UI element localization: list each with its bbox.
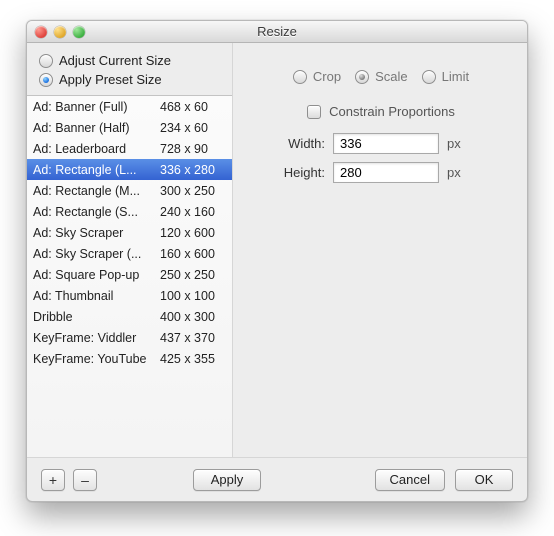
zoom-icon[interactable] — [73, 26, 85, 38]
constrain-proportions-label: Constrain Proportions — [329, 104, 455, 119]
preset-dims: 160 x 600 — [160, 247, 226, 261]
width-input[interactable] — [333, 133, 439, 154]
plus-icon: + — [49, 472, 57, 488]
preset-dims: 300 x 250 — [160, 184, 226, 198]
titlebar: Resize — [27, 21, 527, 43]
preset-name: Ad: Sky Scraper — [33, 226, 160, 240]
preset-name: Ad: Leaderboard — [33, 142, 160, 156]
size-mode-group: Adjust Current Size Apply Preset Size — [27, 43, 232, 95]
preset-row[interactable]: Ad: Leaderboard728 x 90 — [27, 138, 232, 159]
preset-row[interactable]: Ad: Thumbnail100 x 100 — [27, 285, 232, 306]
preset-row[interactable]: KeyFrame: Viddler437 x 370 — [27, 327, 232, 348]
preset-name: Dribble — [33, 310, 160, 324]
checkbox-icon — [307, 105, 321, 119]
radio-icon — [39, 73, 53, 87]
add-preset-button[interactable]: + — [41, 469, 65, 491]
width-unit: px — [447, 136, 461, 151]
preset-dims: 100 x 100 — [160, 289, 226, 303]
adjust-current-size-radio[interactable]: Adjust Current Size — [39, 53, 222, 68]
preset-row[interactable]: KeyFrame: YouTube425 x 355 — [27, 348, 232, 369]
preset-row[interactable]: Ad: Rectangle (M...300 x 250 — [27, 180, 232, 201]
limit-label: Limit — [442, 69, 469, 84]
close-icon[interactable] — [35, 26, 47, 38]
preset-dims: 728 x 90 — [160, 142, 226, 156]
adjust-current-size-label: Adjust Current Size — [59, 53, 171, 68]
radio-icon — [422, 70, 436, 84]
resize-window: Resize Adjust Current Size Apply Preset … — [26, 20, 528, 502]
preset-dims: 336 x 280 — [160, 163, 226, 177]
preset-name: Ad: Thumbnail — [33, 289, 160, 303]
crop-label: Crop — [313, 69, 341, 84]
preset-row[interactable]: Ad: Sky Scraper120 x 600 — [27, 222, 232, 243]
preset-name: Ad: Square Pop-up — [33, 268, 160, 282]
preset-name: Ad: Banner (Full) — [33, 100, 160, 114]
cancel-button[interactable]: Cancel — [375, 469, 445, 491]
radio-icon — [39, 54, 53, 68]
preset-name: Ad: Banner (Half) — [33, 121, 160, 135]
height-label: Height: — [269, 165, 325, 180]
preset-row[interactable]: Ad: Square Pop-up250 x 250 — [27, 264, 232, 285]
preset-name: Ad: Rectangle (L... — [33, 163, 160, 177]
minimize-icon[interactable] — [54, 26, 66, 38]
minus-icon: – — [81, 472, 89, 488]
ok-button[interactable]: OK — [455, 469, 513, 491]
preset-dims: 120 x 600 — [160, 226, 226, 240]
right-pane: Crop Scale Limit Constrain Proportions — [233, 43, 527, 457]
preset-dims: 437 x 370 — [160, 331, 226, 345]
preset-dims: 425 x 355 — [160, 352, 226, 366]
preset-name: Ad: Rectangle (M... — [33, 184, 160, 198]
preset-name: Ad: Sky Scraper (... — [33, 247, 160, 261]
crop-radio[interactable]: Crop — [293, 69, 341, 84]
preset-name: Ad: Rectangle (S... — [33, 205, 160, 219]
resize-mode-group: Crop Scale Limit — [255, 69, 507, 84]
preset-dims: 400 x 300 — [160, 310, 226, 324]
preset-row[interactable]: Ad: Rectangle (S...240 x 160 — [27, 201, 232, 222]
remove-preset-button[interactable]: – — [73, 469, 97, 491]
preset-row[interactable]: Ad: Rectangle (L...336 x 280 — [27, 159, 232, 180]
apply-preset-size-label: Apply Preset Size — [59, 72, 162, 87]
preset-row[interactable]: Ad: Banner (Full)468 x 60 — [27, 96, 232, 117]
preset-row[interactable]: Ad: Banner (Half)234 x 60 — [27, 117, 232, 138]
preset-name: KeyFrame: YouTube — [33, 352, 160, 366]
preset-list[interactable]: Ad: Banner (Full)468 x 60Ad: Banner (Hal… — [27, 95, 232, 457]
height-unit: px — [447, 165, 461, 180]
preset-dims: 234 x 60 — [160, 121, 226, 135]
scale-radio[interactable]: Scale — [355, 69, 408, 84]
width-label: Width: — [269, 136, 325, 151]
scale-label: Scale — [375, 69, 408, 84]
preset-row[interactable]: Dribble400 x 300 — [27, 306, 232, 327]
apply-preset-size-radio[interactable]: Apply Preset Size — [39, 72, 222, 87]
limit-radio[interactable]: Limit — [422, 69, 469, 84]
constrain-proportions-checkbox[interactable]: Constrain Proportions — [255, 104, 507, 119]
radio-icon — [355, 70, 369, 84]
preset-dims: 250 x 250 — [160, 268, 226, 282]
window-title: Resize — [27, 24, 527, 39]
height-input[interactable] — [333, 162, 439, 183]
preset-dims: 240 x 160 — [160, 205, 226, 219]
footer: + – Apply Cancel OK — [27, 457, 527, 501]
preset-dims: 468 x 60 — [160, 100, 226, 114]
preset-name: KeyFrame: Viddler — [33, 331, 160, 345]
left-pane: Adjust Current Size Apply Preset Size Ad… — [27, 43, 233, 457]
apply-button[interactable]: Apply — [193, 469, 261, 491]
radio-icon — [293, 70, 307, 84]
preset-row[interactable]: Ad: Sky Scraper (...160 x 600 — [27, 243, 232, 264]
